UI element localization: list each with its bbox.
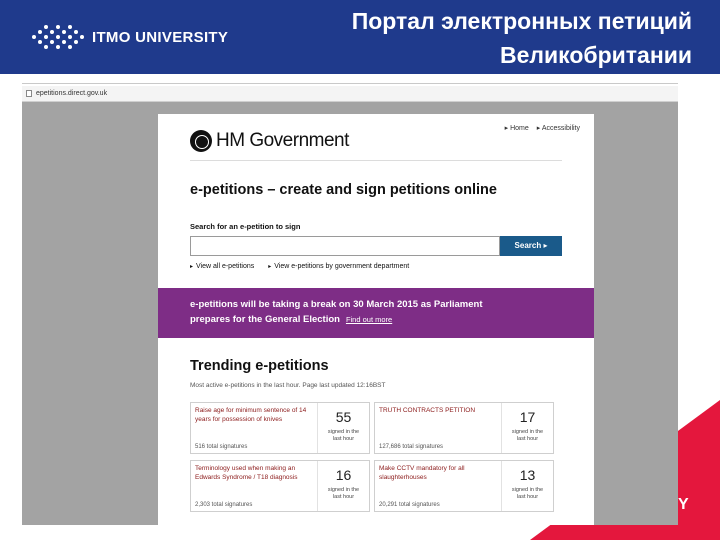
- banner-line1: e-petitions will be taking a break on 30…: [190, 299, 483, 310]
- hourly-metric: 17 signed in the last hour: [501, 403, 553, 453]
- hourly-label: signed in the last hour: [327, 487, 360, 500]
- browse-links: ▸ View all e-petitions ▸ View e-petitions …: [190, 263, 409, 270]
- slide-title-line2: Великобритании: [499, 42, 692, 68]
- slide-title-line1: Портал электронных петиций: [351, 8, 692, 34]
- browser-screenshot: epetitions.direct.gov.uk HM Government ▸…: [22, 86, 678, 525]
- hourly-metric: 13 signed in the last hour: [501, 461, 553, 511]
- trending-card[interactable]: Terminology used when making an Edwards …: [190, 460, 370, 512]
- logo-text: ITMO UNIVERSITY: [92, 28, 229, 46]
- page-icon: [26, 90, 32, 97]
- hourly-count: 17: [519, 409, 536, 425]
- accessibility-link[interactable]: ▸ Accessibility: [537, 124, 580, 132]
- slide-title: Портал электронных петиций Великобритани…: [262, 4, 692, 72]
- total-signatures: 20,291 total signatures: [379, 502, 440, 508]
- find-out-more-link[interactable]: Find out more: [346, 315, 392, 324]
- trending-card[interactable]: Raise age for minimum sentence of 14 yea…: [190, 402, 370, 454]
- corner-letter: Y: [678, 496, 689, 513]
- trending-heading: Trending e-petitions: [190, 358, 329, 374]
- total-signatures: 516 total signatures: [195, 444, 248, 450]
- divider-line: [22, 83, 678, 84]
- trending-card[interactable]: TRUTH CONTRACTS PETITION 127,686 total s…: [374, 402, 554, 454]
- header-rule: [190, 160, 562, 161]
- url-text: epetitions.direct.gov.uk: [36, 90, 108, 97]
- view-all-link[interactable]: ▸ View all e-petitions: [190, 263, 254, 270]
- hourly-label: signed in the last hour: [511, 487, 544, 500]
- petition-title-link[interactable]: Terminology used when making an Edwards …: [195, 465, 307, 482]
- page-heading: e-petitions – create and sign petitions …: [190, 182, 497, 198]
- address-bar[interactable]: epetitions.direct.gov.uk: [22, 86, 678, 102]
- top-links: ▸ Home ▸ Accessibility: [505, 124, 580, 132]
- election-banner: e-petitions will be taking a break on 30…: [158, 288, 594, 338]
- petition-title-link[interactable]: TRUTH CONTRACTS PETITION: [379, 407, 491, 416]
- hourly-label: signed in the last hour: [327, 429, 360, 442]
- brand-name: HM Government: [216, 130, 349, 151]
- itmo-dots-icon: [30, 24, 86, 50]
- crest-icon: [190, 130, 212, 152]
- hourly-label: signed in the last hour: [511, 429, 544, 442]
- hourly-count: 13: [519, 467, 536, 483]
- trending-card[interactable]: Make CCTV mandatory for all slaughterhou…: [374, 460, 554, 512]
- hourly-count: 16: [335, 467, 352, 483]
- search-label: Search for an e-petition to sign: [190, 222, 301, 231]
- trending-subtitle: Most active e-petitions in the last hour…: [190, 382, 386, 389]
- banner-line2: prepares for the General Election Find ou…: [190, 314, 393, 325]
- slide: ITMO UNIVERSITY Портал электронных петиц…: [0, 0, 720, 540]
- search-input[interactable]: [190, 236, 500, 256]
- hourly-metric: 16 signed in the last hour: [317, 461, 369, 511]
- hourly-count: 55: [335, 409, 352, 425]
- hourly-metric: 55 signed in the last hour: [317, 403, 369, 453]
- view-by-department-link[interactable]: ▸ View e-petitions by government departme…: [268, 263, 409, 270]
- total-signatures: 127,686 total signatures: [379, 444, 444, 450]
- petition-title-link[interactable]: Make CCTV mandatory for all slaughterhou…: [379, 465, 491, 482]
- itmo-logo: ITMO UNIVERSITY: [30, 24, 228, 50]
- search-button[interactable]: Search ▸: [500, 236, 562, 256]
- epetitions-page: HM Government ▸ Home ▸ Accessibility e-p…: [158, 114, 594, 525]
- header-bar: ITMO UNIVERSITY Портал электронных петиц…: [0, 0, 720, 74]
- total-signatures: 2,303 total signatures: [195, 502, 253, 508]
- petition-title-link[interactable]: Raise age for minimum sentence of 14 yea…: [195, 407, 307, 424]
- home-link[interactable]: ▸ Home: [505, 124, 529, 132]
